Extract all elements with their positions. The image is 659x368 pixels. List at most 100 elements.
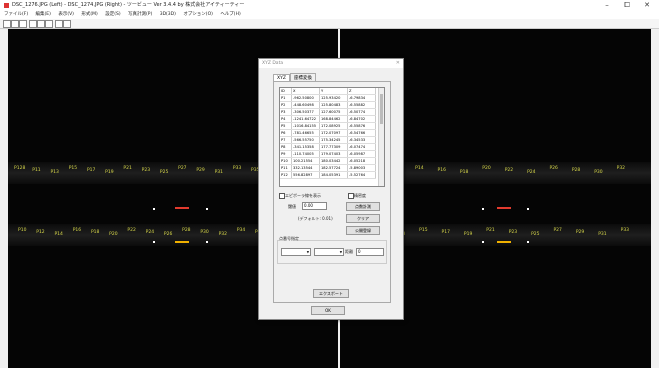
point-label[interactable]: P19 (464, 232, 472, 237)
fit-icon[interactable] (45, 20, 53, 28)
save-icon[interactable] (19, 20, 27, 28)
table-row[interactable]: P7 -566.55750 175.34245 -6.34533 (280, 136, 376, 144)
table-cell[interactable]: 172.08925 (319, 122, 348, 130)
point-b-select[interactable]: ▼ (314, 248, 344, 256)
table-row[interactable]: P2 -448.60498 125.80483 -6.55882 (280, 101, 376, 109)
zoom-out-icon[interactable] (37, 20, 45, 28)
menu-file[interactable]: ファイル(F) (4, 12, 28, 17)
point-label[interactable]: P18 (460, 170, 468, 175)
scrollbar-thumb[interactable] (380, 94, 383, 124)
table-row[interactable]: P3 -306.50377 127.60075 -6.50774 (280, 108, 376, 116)
table-row[interactable]: P8 -341.15358 177.77309 -6.07474 (280, 143, 376, 151)
menu-help[interactable]: ヘルプ(H) (220, 12, 240, 17)
point-label[interactable]: P14 (54, 232, 62, 237)
table-row[interactable]: P12 556.82897 184.05391 -5.52764 (280, 171, 376, 179)
dialog-close-icon[interactable]: ✕ (396, 59, 400, 68)
table-cell[interactable]: 127.60075 (319, 108, 348, 116)
table-cell[interactable]: -6.07474 (347, 143, 376, 151)
menu-view[interactable]: 表示(V) (58, 12, 74, 17)
point-label[interactable]: P31 (215, 170, 223, 175)
table-cell[interactable]: 168.84462 (319, 115, 348, 123)
table-cell[interactable]: -6.05218 (347, 157, 376, 165)
point-a-select[interactable]: ▼ (281, 248, 311, 256)
point-label[interactable]: P15 (419, 228, 427, 233)
table-cell[interactable]: P9 (280, 150, 292, 158)
table-cell[interactable]: -6.55882 (347, 101, 376, 109)
table-cell[interactable]: -5.52764 (347, 171, 376, 179)
point-label[interactable]: P16 (438, 168, 446, 173)
point-label[interactable]: P11 (32, 168, 40, 173)
table-cell[interactable]: -6.50774 (347, 108, 376, 116)
point-label[interactable]: P23 (142, 168, 150, 173)
table-cell[interactable]: P3 (280, 108, 292, 116)
table-cell[interactable]: 180.03442 (319, 157, 348, 165)
point-label[interactable]: P30 (200, 230, 208, 235)
point-label[interactable]: P18 (91, 230, 99, 235)
table-row[interactable]: P11 332.13544 182.57724 -5.89003 (280, 164, 376, 172)
table-cell[interactable]: 172.07097 (319, 129, 348, 137)
menu-3d[interactable]: 3D(3D) (160, 12, 176, 17)
table-cell[interactable]: -110.74005 (291, 150, 320, 158)
table-cell[interactable]: P8 (280, 143, 292, 151)
table-cell[interactable]: 125.93420 (319, 94, 348, 102)
point-label[interactable]: P17 (87, 168, 95, 173)
point-label[interactable]: P19 (105, 170, 113, 175)
point-label[interactable]: P15 (69, 166, 77, 171)
point-label[interactable]: P28 (182, 228, 190, 233)
point-label[interactable]: P22 (505, 168, 513, 173)
table-cell[interactable]: -6.84702 (347, 115, 376, 123)
table-cell[interactable]: -962.50800 (291, 94, 320, 102)
table-cell[interactable]: P10 (280, 157, 292, 165)
threshold-input[interactable]: 0.00 (302, 202, 327, 210)
clear-button[interactable]: クリア (346, 214, 380, 223)
table-row[interactable]: P4 -1241.64722 168.84462 -6.84702 (280, 115, 376, 123)
table-cell[interactable]: 125.80483 (319, 101, 348, 109)
table-cell[interactable]: P11 (280, 164, 292, 172)
open-icon[interactable] (11, 20, 19, 28)
point-label[interactable]: P27 (553, 228, 561, 233)
menu-settings[interactable]: 設定(S) (105, 12, 120, 17)
table-cell[interactable]: 556.82897 (291, 171, 320, 179)
point-label[interactable]: P30 (594, 170, 602, 175)
table-cell[interactable]: 332.13544 (291, 164, 320, 172)
table-cell[interactable]: -1241.64722 (291, 115, 320, 123)
table-cell[interactable]: 175.34245 (319, 136, 348, 144)
point-label[interactable]: P31 (598, 232, 606, 237)
table-row[interactable]: P6 -781.46655 172.07097 -6.54766 (280, 129, 376, 137)
maximize-button[interactable]: ⧠ (618, 0, 636, 11)
point-label[interactable]: P23 (509, 230, 517, 235)
point-label[interactable]: P29 (576, 230, 584, 235)
point-label[interactable]: P20 (109, 232, 117, 237)
point-label[interactable]: P20 (482, 166, 490, 171)
point-label[interactable]: P21 (123, 166, 131, 171)
help-icon[interactable] (63, 20, 71, 28)
point-label[interactable]: P24 (146, 230, 154, 235)
table-cell[interactable]: P12 (280, 171, 292, 179)
table-cell[interactable]: -6.05987 (347, 150, 376, 158)
table-cell[interactable]: -6.79834 (347, 94, 376, 102)
table-cell[interactable]: -306.50377 (291, 108, 320, 116)
table-cell[interactable]: -6.54766 (347, 129, 376, 137)
table-cell[interactable]: 182.57724 (319, 164, 348, 172)
table-cell[interactable]: P6 (280, 129, 292, 137)
table-cell[interactable]: P1 (280, 94, 292, 102)
point-label[interactable]: P21 (486, 228, 494, 233)
table-cell[interactable]: P7 (280, 136, 292, 144)
table-cell[interactable]: -1016.84155 (291, 122, 320, 130)
point-label[interactable]: P13 (50, 170, 58, 175)
point-label[interactable]: P27 (178, 166, 186, 171)
point-label[interactable]: P33 (233, 166, 241, 171)
zoom-in-icon[interactable] (29, 20, 37, 28)
point-label[interactable]: P26 (549, 166, 557, 171)
table-cell[interactable]: 177.77309 (319, 143, 348, 151)
ok-button[interactable]: OK (311, 306, 345, 315)
menu-format[interactable]: 形式(M) (81, 12, 97, 17)
point-label[interactable]: P12 (36, 230, 44, 235)
table-cell[interactable]: P5 (280, 122, 292, 130)
distance-field[interactable]: 0 (356, 248, 384, 256)
menu-edit[interactable]: 編集(E) (36, 12, 51, 17)
minimize-button[interactable]: – (598, 0, 616, 11)
point-label[interactable]: P17 (442, 230, 450, 235)
export-button[interactable]: エクスポート (313, 289, 349, 298)
new-icon[interactable] (3, 20, 11, 28)
